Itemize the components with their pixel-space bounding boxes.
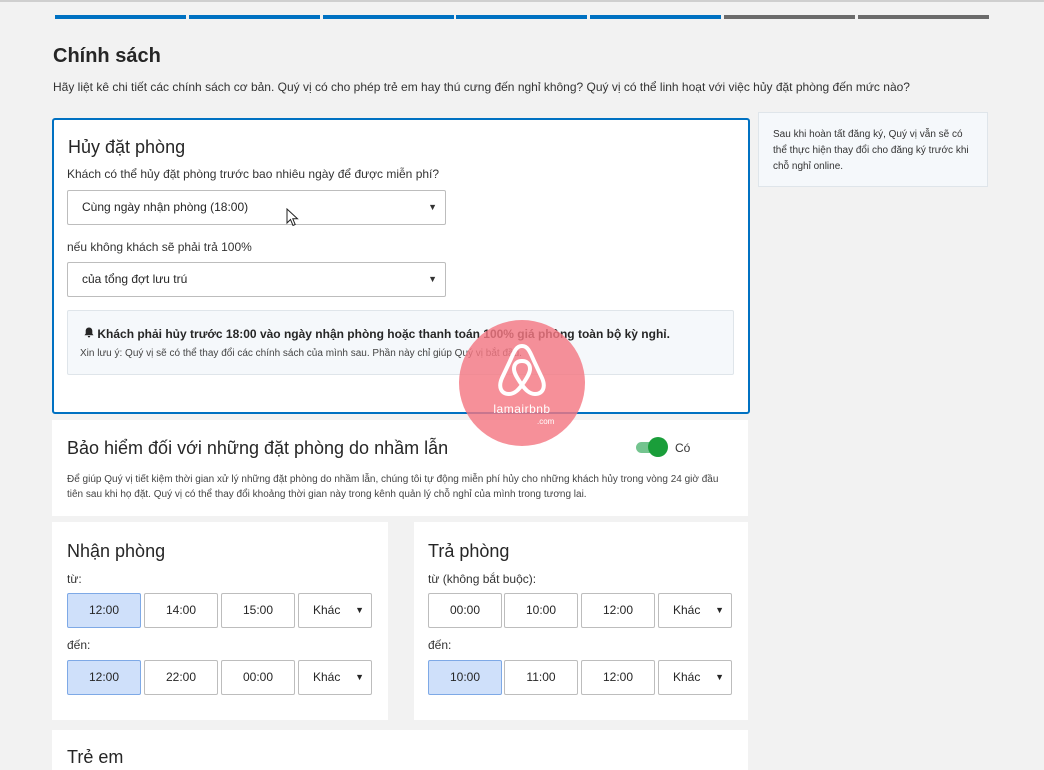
top-border — [0, 0, 1044, 2]
checkout-to-option[interactable]: 10:00 — [428, 660, 502, 695]
checkin-from-label: từ: — [67, 572, 82, 586]
checkout-from-label: từ (không bắt buộc): — [428, 572, 537, 586]
notice-main-label: Khách phải hủy trước 18:00 vào ngày nhận… — [97, 327, 670, 341]
checkin-from-other-label: Khác — [313, 603, 341, 617]
chevron-down-icon: ▼ — [428, 274, 437, 284]
checkout-from-option[interactable]: 12:00 — [581, 593, 655, 628]
chevron-down-icon: ▼ — [355, 672, 364, 682]
progress-step-6 — [724, 15, 855, 19]
checkout-from-other-label: Khác — [673, 603, 701, 617]
cancellation-question: Khách có thể hủy đặt phòng trước bao nhi… — [67, 167, 440, 181]
mouse-cursor-icon — [286, 208, 299, 227]
checkin-heading: Nhận phòng — [67, 541, 166, 561]
checkin-from-other-select[interactable]: Khác ▼ — [298, 593, 372, 628]
page-title: Chính sách — [53, 45, 161, 67]
checkin-to-label: đến: — [67, 638, 91, 652]
progress-step-2 — [189, 15, 320, 19]
cancellation-notice: Khách phải hủy trước 18:00 vào ngày nhận… — [67, 310, 734, 375]
cancellation-charge-value: của tổng đợt lưu trú — [82, 272, 188, 286]
chevron-down-icon: ▼ — [715, 672, 724, 682]
checkout-to-other-label: Khác — [673, 670, 701, 684]
checkout-from-option[interactable]: 00:00 — [428, 593, 502, 628]
chevron-down-icon: ▼ — [715, 605, 724, 615]
sidebar-tip: Sau khi hoàn tất đăng ký, Quý vị vẫn sẽ … — [758, 112, 988, 187]
checkin-to-option[interactable]: 12:00 — [67, 660, 141, 695]
checkin-to-other-label: Khác — [313, 670, 341, 684]
progress-step-7 — [858, 15, 989, 19]
checkin-from-option[interactable]: 15:00 — [221, 593, 295, 628]
watermark-suffix: .com — [537, 417, 555, 426]
free-cancellation-days-value: Cùng ngày nhận phòng (18:00) — [82, 200, 249, 214]
notice-main-text: Khách phải hủy trước 18:00 vào ngày nhận… — [84, 327, 670, 341]
airbnb-logo-icon — [498, 344, 546, 396]
checkout-to-option[interactable]: 11:00 — [504, 660, 578, 695]
bell-icon — [84, 327, 94, 341]
children-heading: Trẻ em — [67, 747, 124, 767]
checkout-to-label: đến: — [428, 638, 452, 652]
progress-step-4 — [456, 15, 587, 19]
watermark-text: lamairbnb — [493, 402, 551, 416]
checkin-to-option[interactable]: 00:00 — [221, 660, 295, 695]
checkout-to-option[interactable]: 12:00 — [581, 660, 655, 695]
insurance-heading: Bảo hiểm đối với những đặt phòng do nhầm… — [67, 438, 449, 458]
insurance-toggle[interactable] — [636, 437, 668, 457]
checkout-heading: Trả phòng — [428, 541, 510, 561]
checkin-from-option[interactable]: 14:00 — [144, 593, 218, 628]
progress-steps — [55, 15, 991, 20]
otherwise-label: nếu không khách sẽ phải trả 100% — [67, 240, 252, 254]
cancellation-charge-select[interactable]: của tổng đợt lưu trú ▼ — [67, 262, 446, 297]
page-description: Hãy liệt kê chi tiết các chính sách cơ b… — [53, 80, 910, 94]
toggle-knob — [648, 437, 668, 457]
notice-sub-text: Xin lưu ý: Quý vị sẽ có thể thay đổi các… — [80, 348, 522, 359]
progress-step-1 — [55, 15, 186, 19]
chevron-down-icon: ▼ — [428, 202, 437, 212]
checkout-from-option[interactable]: 10:00 — [504, 593, 578, 628]
checkin-from-option[interactable]: 12:00 — [67, 593, 141, 628]
checkin-to-option[interactable]: 22:00 — [144, 660, 218, 695]
checkin-to-other-select[interactable]: Khác ▼ — [298, 660, 372, 695]
checkout-from-other-select[interactable]: Khác ▼ — [658, 593, 732, 628]
insurance-description: Để giúp Quý vị tiết kiệm thời gian xử lý… — [67, 474, 719, 500]
insurance-toggle-label: Có — [675, 441, 691, 455]
chevron-down-icon: ▼ — [355, 605, 364, 615]
progress-step-5 — [590, 15, 721, 19]
free-cancellation-days-select[interactable]: Cùng ngày nhận phòng (18:00) ▼ — [67, 190, 446, 225]
progress-step-3 — [323, 15, 454, 19]
cancellation-heading: Hủy đặt phòng — [68, 137, 186, 157]
airbnb-watermark-logo: lamairbnb .com — [459, 320, 585, 446]
children-card — [52, 730, 748, 770]
checkout-to-other-select[interactable]: Khác ▼ — [658, 660, 732, 695]
